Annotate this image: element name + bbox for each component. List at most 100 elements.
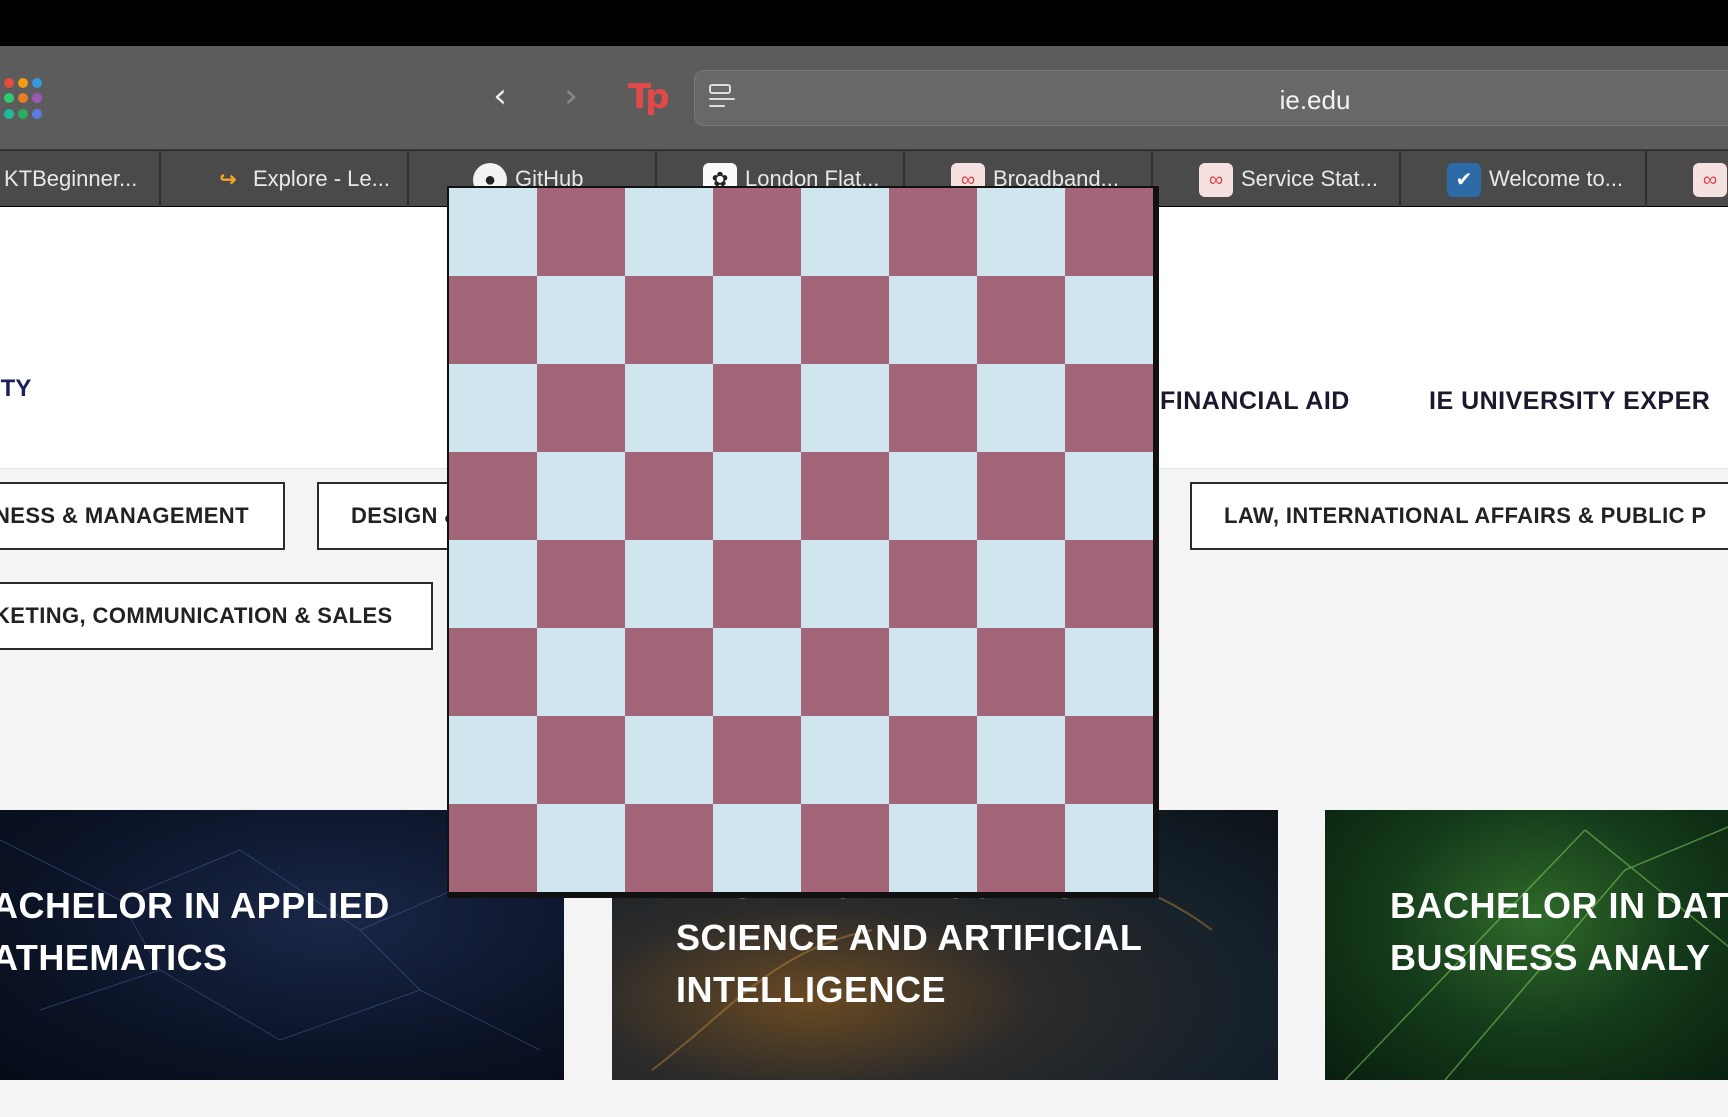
tab-overflow[interactable]: ∞	[1647, 151, 1728, 207]
nav-ie-university-experience[interactable]: IE UNIVERSITY EXPER	[1429, 387, 1710, 416]
tab-label: Explore - Le...	[253, 166, 390, 191]
forward-icon[interactable]: ›	[551, 76, 591, 116]
board-square[interactable]	[977, 804, 1065, 892]
apps-dot	[18, 78, 28, 88]
reader-mode-icon[interactable]	[709, 84, 735, 114]
board-square[interactable]	[449, 452, 537, 540]
board-square[interactable]	[1065, 804, 1153, 892]
board-square[interactable]	[625, 540, 713, 628]
board-square[interactable]	[801, 804, 889, 892]
tab-label: Service Stat...	[1241, 166, 1378, 191]
browser-window: ‹ › Tp ie.edu KTBeginner... ↪ Explore - L…	[0, 0, 1728, 1117]
board-square[interactable]	[801, 628, 889, 716]
board-square[interactable]	[537, 188, 625, 276]
board-square[interactable]	[889, 364, 977, 452]
board-square[interactable]	[1065, 716, 1153, 804]
board-square[interactable]	[1065, 628, 1153, 716]
board-square[interactable]	[625, 716, 713, 804]
apps-dot	[4, 108, 14, 119]
board-square[interactable]	[889, 628, 977, 716]
board-square[interactable]	[801, 540, 889, 628]
apps-dot	[18, 93, 28, 104]
board-square[interactable]	[625, 276, 713, 364]
address-bar[interactable]: ie.edu	[694, 70, 1728, 126]
board-square[interactable]	[977, 364, 1065, 452]
board-square[interactable]	[537, 276, 625, 364]
board-square[interactable]	[713, 364, 801, 452]
board-square[interactable]	[889, 188, 977, 276]
board-square[interactable]	[537, 628, 625, 716]
tab-service-status[interactable]: ∞ Service Stat...	[1153, 151, 1401, 207]
board-square[interactable]	[449, 716, 537, 804]
menu-bar	[0, 0, 1728, 46]
board-square[interactable]	[449, 188, 537, 276]
board-square[interactable]	[1065, 276, 1153, 364]
tab-welcome[interactable]: ✔ Welcome to...	[1401, 151, 1647, 207]
board-square[interactable]	[625, 364, 713, 452]
board-square[interactable]	[537, 540, 625, 628]
board-square[interactable]	[713, 628, 801, 716]
board-square[interactable]	[625, 188, 713, 276]
area-business-management-button[interactable]: NESS & MANAGEMENT	[0, 482, 285, 550]
board-square[interactable]	[801, 188, 889, 276]
board-square[interactable]	[801, 716, 889, 804]
board-square[interactable]	[1065, 452, 1153, 540]
board-square[interactable]	[537, 452, 625, 540]
board-square[interactable]	[889, 276, 977, 364]
back-icon[interactable]: ‹	[480, 76, 520, 116]
board-square[interactable]	[537, 804, 625, 892]
tab-explore-leetcode[interactable]: ↪ Explore - Le...	[161, 151, 409, 207]
program-title-line: BACHELOR IN DAT	[1390, 885, 1728, 926]
board-square[interactable]	[713, 804, 801, 892]
site-logo[interactable]: ITY	[0, 375, 31, 403]
board-square[interactable]	[1065, 188, 1153, 276]
program-title-line: ATHEMATICS	[0, 937, 228, 978]
checkerboard-overlay[interactable]	[447, 186, 1159, 898]
tab-label: Welcome to...	[1489, 166, 1624, 191]
board-square[interactable]	[889, 540, 977, 628]
board-square[interactable]	[713, 716, 801, 804]
checkerboard-grid[interactable]	[449, 188, 1153, 892]
nav-financial-aid[interactable]: FINANCIAL AID	[1160, 387, 1350, 416]
board-square[interactable]	[977, 276, 1065, 364]
board-square[interactable]	[625, 452, 713, 540]
board-square[interactable]	[625, 628, 713, 716]
board-square[interactable]	[713, 540, 801, 628]
board-square[interactable]	[449, 364, 537, 452]
area-law-international-affairs-button[interactable]: LAW, INTERNATIONAL AFFAIRS & PUBLIC P	[1190, 482, 1728, 550]
program-card-data-business-analytics[interactable]: BACHELOR IN DAT BUSINESS ANALY	[1325, 810, 1728, 1080]
leetcode-icon: ↪	[219, 169, 237, 192]
program-title-line: INTELLIGENCE	[676, 969, 947, 1010]
board-square[interactable]	[889, 452, 977, 540]
area-marketing-communication-button[interactable]: KETING, COMMUNICATION & SALES	[0, 582, 433, 650]
board-square[interactable]	[977, 540, 1065, 628]
board-square[interactable]	[1065, 364, 1153, 452]
tp-extension-icon[interactable]: Tp	[628, 76, 670, 118]
board-square[interactable]	[801, 452, 889, 540]
board-square[interactable]	[449, 804, 537, 892]
url-text[interactable]: ie.edu	[785, 85, 1728, 116]
board-square[interactable]	[449, 276, 537, 364]
board-square[interactable]	[801, 364, 889, 452]
program-title-line: BUSINESS ANALY	[1390, 937, 1711, 978]
board-square[interactable]	[977, 628, 1065, 716]
board-square[interactable]	[449, 540, 537, 628]
board-square[interactable]	[713, 452, 801, 540]
board-square[interactable]	[889, 716, 977, 804]
apps-grid-icon[interactable]	[4, 78, 46, 120]
tab-ktbeginner[interactable]: KTBeginner...	[0, 151, 161, 207]
program-title: ACHELOR IN APPLIED ATHEMATICS	[0, 880, 390, 984]
board-square[interactable]	[1065, 540, 1153, 628]
board-square[interactable]	[977, 716, 1065, 804]
board-square[interactable]	[713, 276, 801, 364]
board-square[interactable]	[537, 716, 625, 804]
browser-toolbar: ‹ › Tp ie.edu	[0, 46, 1728, 150]
board-square[interactable]	[537, 364, 625, 452]
board-square[interactable]	[625, 804, 713, 892]
board-square[interactable]	[713, 188, 801, 276]
board-square[interactable]	[977, 188, 1065, 276]
board-square[interactable]	[801, 276, 889, 364]
board-square[interactable]	[889, 804, 977, 892]
board-square[interactable]	[977, 452, 1065, 540]
board-square[interactable]	[449, 628, 537, 716]
